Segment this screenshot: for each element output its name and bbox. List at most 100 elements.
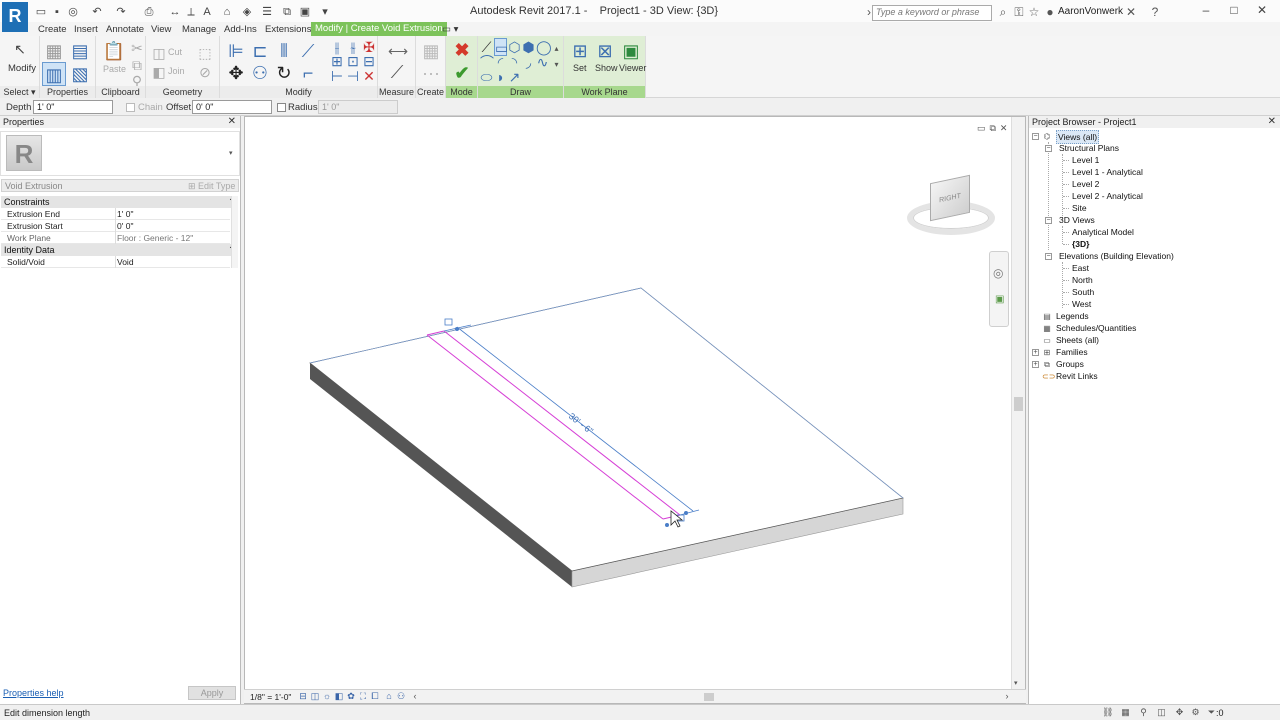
horizontal-scroll-thumb[interactable] — [704, 693, 714, 701]
drag-handle[interactable] — [444, 318, 453, 326]
sync-icon[interactable]: ◎ — [66, 5, 80, 19]
trim-icon[interactable]: ⌐ — [296, 61, 320, 85]
tree-item-north[interactable]: North — [1072, 274, 1093, 286]
expand-toggle[interactable]: − — [1045, 145, 1052, 152]
open-icon[interactable]: ▭ — [34, 5, 48, 19]
tree-item-schedules[interactable]: Schedules/Quantities — [1056, 322, 1136, 334]
scroll-down-icon[interactable]: ▾ — [1014, 679, 1018, 687]
view-window-controls[interactable]: ▭⧉✕ — [977, 123, 1011, 134]
dimension-icon[interactable]: ⟂ — [184, 5, 198, 19]
crop-view-icon[interactable]: ⛶ — [358, 691, 368, 701]
tree-item-revit-links[interactable]: Revit Links — [1056, 370, 1098, 382]
application-menu-button[interactable]: R — [2, 2, 28, 32]
customize-qat-icon[interactable]: ▾ — [318, 5, 332, 19]
tree-item-3d-active[interactable]: {3D} — [1072, 238, 1089, 250]
3d-view-icon[interactable]: ⌂ — [220, 5, 234, 19]
paint-icon[interactable]: ⊘ — [196, 63, 214, 81]
depth-input[interactable]: 1' 0" — [33, 100, 113, 114]
minimize-button[interactable]: – — [1196, 3, 1216, 19]
switch-windows-icon[interactable]: ▣ — [298, 5, 312, 19]
thin-lines-icon[interactable]: ☰ — [260, 5, 274, 19]
tree-item-structural-plans[interactable]: Structural Plans — [1059, 142, 1119, 154]
prop-row-extrusion-start[interactable]: Extrusion Start 0' 0" — [1, 220, 230, 232]
project-browser-close-icon[interactable]: ✕ — [1268, 116, 1276, 128]
print-icon[interactable]: ⎙ — [142, 5, 156, 19]
expand-toggle[interactable]: − — [1032, 133, 1039, 140]
favorites-icon[interactable]: ☆ — [1027, 5, 1041, 19]
measure-between-icon[interactable]: ⟷ — [388, 42, 408, 60]
search-icon[interactable]: ⌕ — [996, 5, 1010, 19]
save-icon[interactable]: ▪ — [50, 5, 64, 19]
ellipse-icon[interactable]: ⬭ — [480, 68, 493, 86]
create-group-icon[interactable]: ⋯ — [419, 62, 443, 86]
drag-elements-icon[interactable]: ✥ — [1174, 707, 1185, 718]
tree-item-site[interactable]: Site — [1072, 202, 1087, 214]
show-work-plane-icon[interactable]: ⊠ — [593, 39, 617, 63]
aligned-dimension-icon[interactable]: ⟋ — [385, 60, 409, 84]
set-button[interactable]: Set — [573, 63, 587, 73]
section-icon[interactable]: ◈ — [240, 5, 254, 19]
tree-item-east[interactable]: East — [1072, 262, 1089, 274]
exchange-apps-icon[interactable]: ✕ — [1124, 5, 1138, 19]
vertical-scrollbar[interactable]: ▾ — [1011, 117, 1025, 689]
section-constraints[interactable]: Constraints⌃ — [1, 196, 238, 208]
tree-item-elevations[interactable]: Elevations (Building Elevation) — [1059, 250, 1174, 262]
view-cube[interactable]: RIGHT — [907, 174, 997, 241]
viewer-icon[interactable]: ▣ — [619, 39, 643, 63]
cancel-edit-mode-icon[interactable]: ✖ — [450, 38, 474, 62]
prop-row-solid-void[interactable]: Solid/Void Void — [1, 256, 230, 268]
join-icon[interactable]: ◧ — [150, 63, 168, 81]
tree-item-level-2[interactable]: Level 2 — [1072, 178, 1099, 190]
viewer-button[interactable]: Viewer — [619, 63, 646, 73]
chain-checkbox[interactable] — [126, 103, 135, 112]
tab-create[interactable]: Create — [34, 23, 71, 36]
split-face-icon[interactable]: ⬚ — [196, 44, 214, 62]
delete-icon[interactable]: ✕ — [360, 67, 378, 85]
steering-wheel-icon[interactable]: ◎ — [993, 266, 1003, 280]
show-button[interactable]: Show — [595, 63, 618, 73]
help-icon[interactable]: ? — [1148, 5, 1162, 19]
create-similar-icon[interactable]: ▦ — [419, 39, 443, 63]
scroll-right-icon[interactable]: › — [1002, 691, 1012, 701]
tree-item-3d-views[interactable]: 3D Views — [1059, 214, 1095, 226]
view-scale[interactable]: 1/8" = 1'-0" — [250, 692, 291, 702]
section-identity-data[interactable]: Identity Data⌃ — [1, 244, 238, 256]
finish-edit-mode-icon[interactable]: ✔ — [450, 61, 474, 85]
radius-checkbox[interactable] — [277, 103, 286, 112]
type-selector-dropdown-icon[interactable]: ▾ — [229, 149, 233, 157]
select-links-icon[interactable]: ⛓ — [1102, 707, 1113, 718]
undo-icon[interactable]: ↶ — [90, 5, 104, 19]
copy-element-icon[interactable]: ⚇ — [248, 61, 272, 85]
set-work-plane-icon[interactable]: ⊞ — [568, 39, 592, 63]
close-button[interactable]: ✕ — [1252, 3, 1272, 19]
spline-icon[interactable]: ∿ — [536, 53, 549, 71]
move-icon[interactable]: ✥ — [224, 61, 248, 85]
cope-icon[interactable]: ◫ — [150, 44, 168, 62]
scroll-left-icon[interactable]: ‹ — [410, 691, 420, 701]
show-crop-icon[interactable]: ⧠ — [370, 691, 380, 701]
offset-input[interactable]: 0' 0" — [192, 100, 272, 114]
rotate-icon[interactable]: ↻ — [272, 61, 296, 85]
tree-item-level-2-analytical[interactable]: Level 2 - Analytical — [1072, 190, 1143, 202]
tree-item-families[interactable]: Families — [1056, 346, 1088, 358]
offset-icon[interactable]: ⊏ — [248, 39, 272, 63]
reveal-hidden-icon[interactable]: ⚇ — [396, 691, 406, 701]
expand-toggle[interactable]: + — [1032, 349, 1039, 356]
tree-item-level-1-analytical[interactable]: Level 1 - Analytical — [1072, 166, 1143, 178]
pick-lines-icon[interactable]: ↗ — [508, 68, 521, 86]
sun-path-icon[interactable]: ☼ — [322, 691, 332, 701]
instance-filter[interactable]: Void Extrusion ⊞ Edit Type — [1, 179, 239, 192]
render-icon[interactable]: ✿ — [346, 691, 356, 701]
align-icon[interactable]: ⊫ — [224, 39, 248, 63]
paste-button[interactable]: Paste — [103, 64, 126, 74]
paste-icon[interactable]: 📋 — [102, 39, 126, 63]
expand-toggle[interactable]: + — [1032, 361, 1039, 368]
mirror-draw-icon[interactable]: ⟋ — [296, 39, 320, 63]
tree-item-south[interactable]: South — [1072, 286, 1094, 298]
vertical-scroll-thumb[interactable] — [1014, 397, 1023, 411]
user-icon[interactable]: ● — [1043, 5, 1057, 19]
tree-item-analytical-model[interactable]: Analytical Model — [1072, 226, 1134, 238]
prop-row-extrusion-end[interactable]: Extrusion End 1' 0" — [1, 208, 230, 220]
tab-add-ins[interactable]: Add-Ins — [220, 23, 261, 36]
properties-close-icon[interactable]: ✕ — [228, 116, 236, 128]
